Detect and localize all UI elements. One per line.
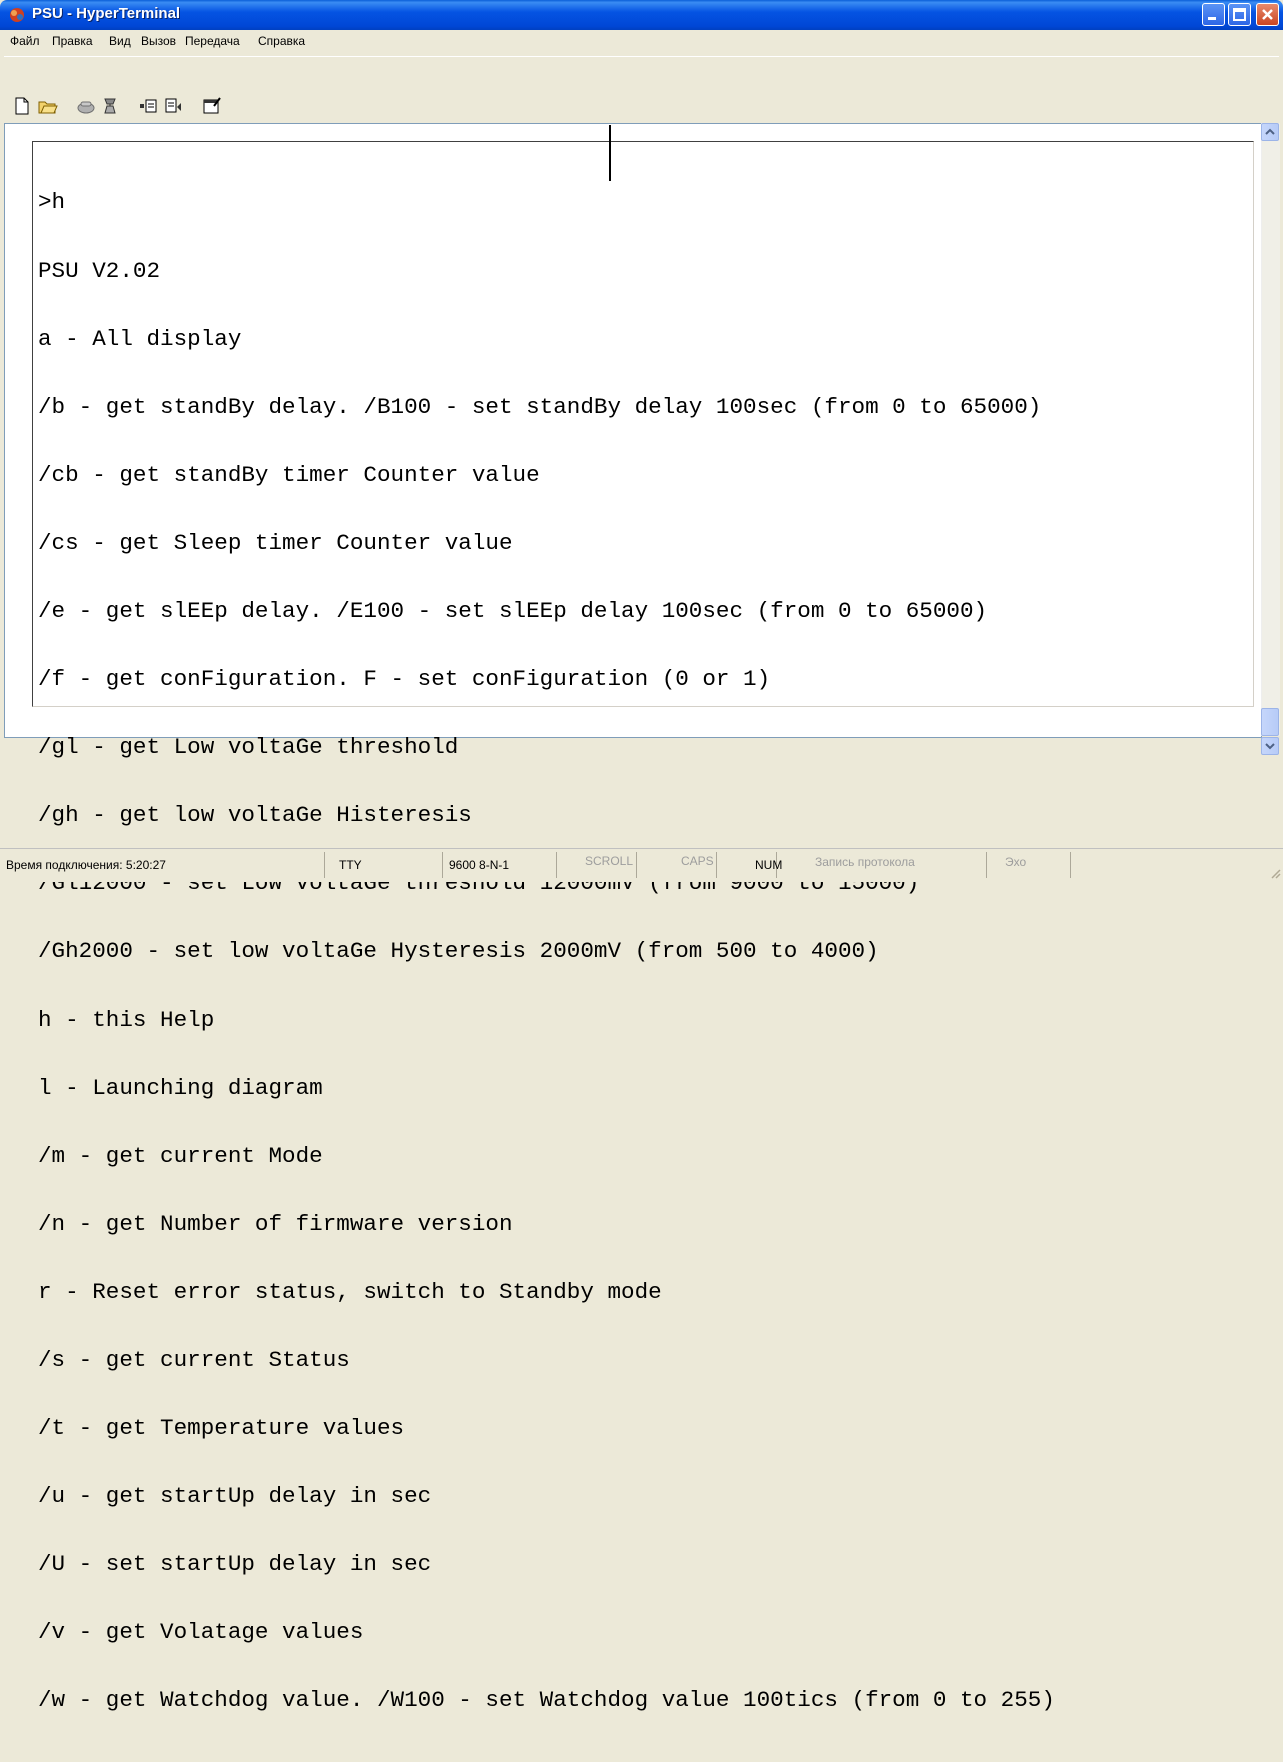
minimize-button[interactable]	[1202, 3, 1225, 26]
chevron-down-icon	[1265, 743, 1275, 750]
terminal-line: h - this Help	[38, 1006, 215, 1033]
scroll-down-button[interactable]	[1261, 737, 1279, 755]
toolbar	[4, 56, 1279, 97]
terminal-line: PSU V2.02	[38, 257, 161, 284]
status-port-settings: 9600 8-N-1	[443, 852, 557, 878]
maximize-button[interactable]	[1228, 3, 1251, 26]
terminal-line: /e - get slEEp delay. /E100 - set slEEp …	[38, 597, 988, 624]
menu-file[interactable]: Файл	[10, 34, 40, 48]
window-title: PSU - HyperTerminal	[32, 5, 181, 22]
terminal-line: l - Launching diagram	[38, 1074, 323, 1101]
properties-icon[interactable]	[202, 96, 222, 116]
status-connect-time: Время подключения: 5:20:27	[0, 852, 325, 878]
terminal-line: /t - get Temperature values	[38, 1415, 405, 1442]
chevron-up-icon	[1265, 128, 1275, 135]
menu-transfer[interactable]: Передача	[185, 34, 240, 48]
status-scroll: SCROLL	[557, 852, 637, 878]
status-capture: Запись протокола	[777, 852, 987, 878]
terminal-line: /gh - get low voltaGe Histeresis	[38, 802, 472, 829]
status-echo: Эхо	[987, 852, 1071, 878]
terminal-line: /cs - get Sleep timer Counter value	[38, 529, 513, 556]
maximize-icon	[1233, 8, 1246, 21]
terminal-line: /cb - get standBy timer Counter value	[38, 461, 540, 488]
terminal-line: /gl - get Low voltaGe threshold	[38, 734, 459, 761]
scroll-thumb[interactable]	[1261, 708, 1279, 736]
send-icon[interactable]	[138, 96, 158, 116]
status-emulation: TTY	[325, 852, 443, 878]
terminal-line: /f - get conFiguration. F - set conFigur…	[38, 666, 771, 693]
terminal-line: /n - get Number of firmware version	[38, 1210, 513, 1237]
hyperterminal-app-icon[interactable]	[8, 6, 26, 24]
title-bar[interactable]: PSU - HyperTerminal	[0, 0, 1283, 30]
receive-icon[interactable]	[164, 96, 184, 116]
terminal-line: r - Reset error status, switch to Standb…	[38, 1278, 662, 1305]
terminal-line: /s - get current Status	[38, 1347, 350, 1373]
phone-icon[interactable]	[76, 96, 96, 116]
terminal-line: >h	[38, 189, 66, 216]
hyperterminal-window: PSU - HyperTerminal Файл Правка Вид Вызо…	[0, 0, 1283, 1762]
scroll-up-button[interactable]	[1261, 123, 1279, 141]
close-button[interactable]	[1256, 3, 1279, 26]
terminal-line: a - All display	[38, 325, 242, 352]
new-document-icon[interactable]	[12, 96, 32, 116]
resize-grip-icon[interactable]	[1269, 867, 1281, 879]
menu-view[interactable]: Вид	[109, 34, 131, 48]
menu-call[interactable]: Вызов	[141, 34, 176, 48]
terminal-line: /w - get Watchdog value. /W100 - set Wat…	[38, 1687, 1055, 1714]
terminal-top-edge	[32, 125, 1252, 126]
terminal-line: /U - set startUp delay in sec	[38, 1551, 432, 1578]
menu-help[interactable]: Справка	[258, 34, 305, 48]
status-caps: CAPS	[637, 852, 717, 878]
terminal-prompt: >	[38, 1757, 1248, 1762]
terminal-line: /u - get startUp delay in sec	[38, 1483, 432, 1510]
terminal-line: /v - get Volatage values	[38, 1619, 364, 1646]
status-num: NUM	[717, 852, 782, 878]
vertical-scrollbar[interactable]	[1261, 123, 1280, 736]
minimize-icon	[1208, 17, 1216, 20]
terminal-line: /Gh2000 - set low voltaGe Hysteresis 200…	[38, 938, 879, 965]
close-icon	[1262, 9, 1273, 20]
terminal-line: /b - get standBy delay. /B100 - set stan…	[38, 393, 1042, 420]
disconnect-icon[interactable]	[100, 96, 120, 116]
terminal-output[interactable]: >h PSU V2.02 a - All display /b - get st…	[38, 146, 1248, 1762]
terminal-line: /m - get current Mode	[38, 1142, 323, 1169]
menu-edit[interactable]: Правка	[52, 34, 93, 48]
open-folder-icon[interactable]	[38, 96, 58, 116]
